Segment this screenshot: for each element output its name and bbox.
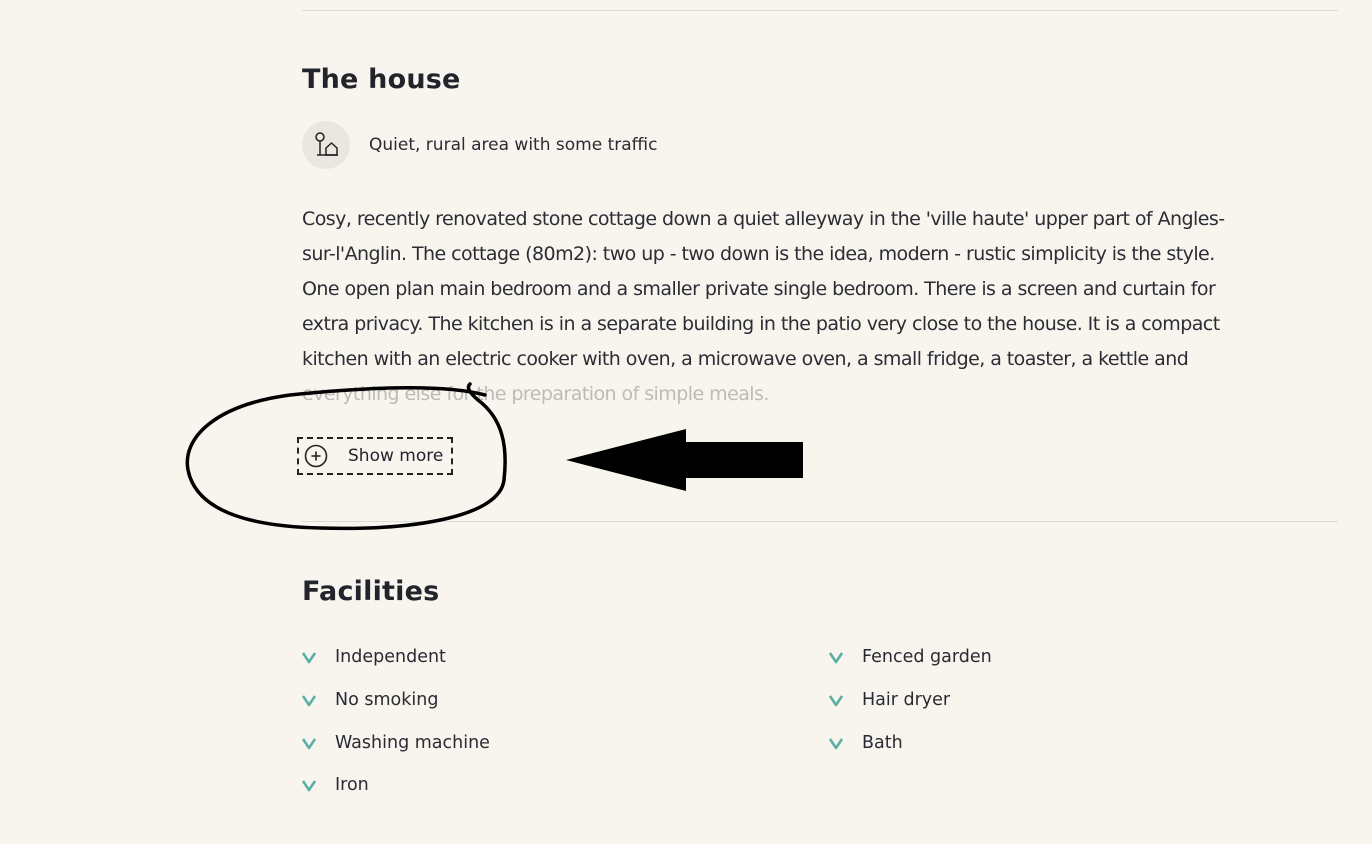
check-icon — [829, 693, 843, 707]
listing-page: The house Quiet, rural area with some tr… — [0, 0, 1372, 844]
description-line: kitchen with an electric cooker with ove… — [302, 348, 1189, 370]
show-more-button[interactable]: Show more — [297, 437, 453, 475]
facility-item: Iron — [302, 775, 369, 795]
facility-label: No smoking — [335, 690, 439, 710]
facility-label: Hair dryer — [862, 690, 951, 710]
check-icon — [302, 778, 316, 792]
facilities-section-title: Facilities — [302, 576, 440, 607]
check-icon — [302, 693, 316, 707]
area-description: Quiet, rural area with some traffic — [369, 135, 658, 155]
check-icon — [302, 736, 316, 750]
check-icon — [302, 650, 316, 664]
facility-item: Hair dryer — [829, 690, 950, 710]
facility-item: No smoking — [302, 690, 438, 710]
section-divider — [302, 10, 1338, 11]
rural-area-icon — [302, 121, 350, 169]
show-more-label: Show more — [348, 446, 444, 466]
facility-item: Fenced garden — [829, 647, 992, 667]
annotation-arrow — [566, 429, 803, 491]
annotation-overlay — [185, 382, 803, 531]
facility-label: Iron — [335, 775, 369, 795]
description-line-faded: everything else for the preparation of s… — [302, 383, 769, 405]
area-info-row: Quiet, rural area with some traffic — [302, 121, 657, 169]
facility-label: Bath — [862, 733, 903, 753]
house-description: Cosy, recently renovated stone cottage d… — [302, 202, 1338, 412]
section-divider — [302, 521, 1338, 522]
description-line: One open plan main bedroom and a smaller… — [302, 278, 1216, 300]
facility-item: Bath — [829, 733, 903, 753]
facility-label: Independent — [335, 647, 446, 667]
check-icon — [829, 650, 843, 664]
description-line: extra privacy. The kitchen is in a separ… — [302, 313, 1220, 335]
facility-label: Washing machine — [335, 733, 490, 753]
description-line: Cosy, recently renovated stone cottage d… — [302, 208, 1225, 230]
plus-circle-icon — [304, 444, 328, 468]
facility-item: Washing machine — [302, 733, 490, 753]
facility-label: Fenced garden — [862, 647, 992, 667]
house-section-title: The house — [302, 64, 461, 95]
facility-item: Independent — [302, 647, 446, 667]
description-line: sur-l'Anglin. The cottage (80m2): two up… — [302, 243, 1215, 265]
check-icon — [829, 736, 843, 750]
